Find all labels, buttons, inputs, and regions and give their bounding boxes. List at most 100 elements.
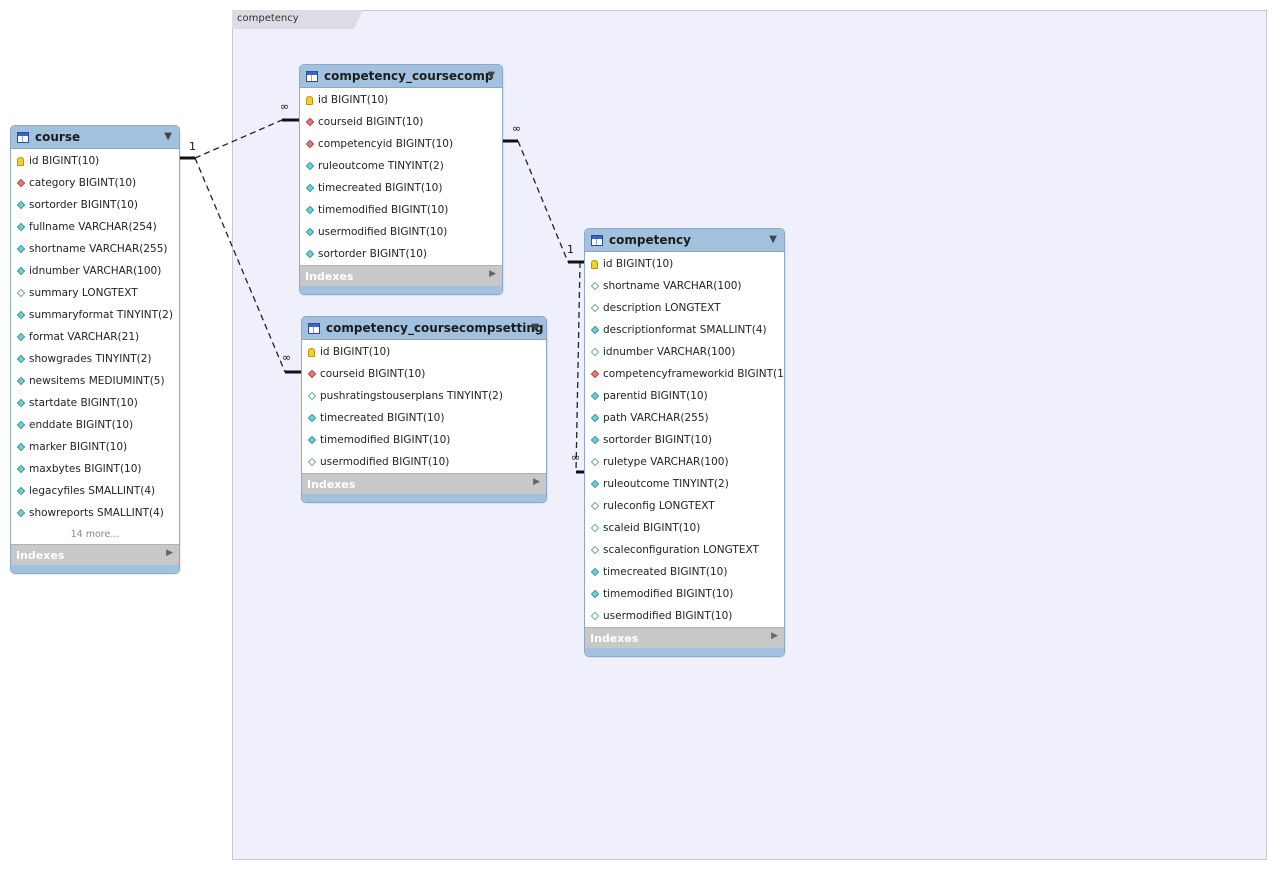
not-null-column-icon (590, 435, 600, 445)
nullable-column-icon (590, 523, 600, 533)
column-row[interactable]: ruleconfig LONGTEXT (585, 495, 784, 517)
column-row[interactable]: marker BIGINT(10) (11, 436, 179, 458)
column-row[interactable]: descriptionformat SMALLINT(4) (585, 319, 784, 341)
not-null-column-icon (590, 567, 600, 577)
collapse-triangle-icon[interactable]: ▼ (769, 234, 777, 245)
column-row[interactable]: timemodified BIGINT(10) (300, 199, 502, 221)
column-label: parentid BIGINT(10) (603, 390, 708, 402)
not-null-column-icon (16, 442, 26, 452)
table-header[interactable]: course ▼ (11, 126, 179, 149)
column-row[interactable]: id BIGINT(10) (302, 341, 546, 363)
foreign-key-icon (590, 369, 600, 379)
table-header[interactable]: competency_coursecomp ▼ (300, 65, 502, 88)
column-row[interactable]: timecreated BIGINT(10) (300, 177, 502, 199)
column-row[interactable]: ruleoutcome TINYINT(2) (300, 155, 502, 177)
column-row[interactable]: id BIGINT(10) (11, 150, 179, 172)
column-row[interactable]: enddate BIGINT(10) (11, 414, 179, 436)
column-label: timecreated BIGINT(10) (318, 182, 443, 194)
not-null-column-icon (16, 464, 26, 474)
column-row[interactable]: sortorder BIGINT(10) (300, 243, 502, 265)
column-label: timemodified BIGINT(10) (318, 204, 449, 216)
column-row[interactable]: startdate BIGINT(10) (11, 392, 179, 414)
column-row[interactable]: timemodified BIGINT(10) (302, 429, 546, 451)
column-row[interactable]: competencyframeworkid BIGINT(10) (585, 363, 784, 385)
indexes-section[interactable]: Indexes ▶ (585, 627, 784, 648)
column-row[interactable]: summaryformat TINYINT(2) (11, 304, 179, 326)
column-row[interactable]: shortname VARCHAR(255) (11, 238, 179, 260)
expand-triangle-icon[interactable]: ▶ (166, 548, 173, 558)
table-competency-coursecomp[interactable]: competency_coursecomp ▼ id BIGINT(10) cours… (299, 64, 503, 295)
indexes-section[interactable]: Indexes ▶ (11, 544, 179, 565)
expand-triangle-icon[interactable]: ▶ (533, 477, 540, 487)
column-row[interactable]: format VARCHAR(21) (11, 326, 179, 348)
collapse-triangle-icon[interactable]: ▼ (164, 131, 172, 142)
column-row[interactable]: showreports SMALLINT(4) (11, 502, 179, 524)
column-row[interactable]: id BIGINT(10) (585, 253, 784, 275)
column-row[interactable]: courseid BIGINT(10) (300, 111, 502, 133)
column-row[interactable]: usermodified BIGINT(10) (300, 221, 502, 243)
foreign-key-icon (307, 369, 317, 379)
expand-triangle-icon[interactable]: ▶ (489, 269, 496, 279)
column-row[interactable]: scaleid BIGINT(10) (585, 517, 784, 539)
column-row[interactable]: description LONGTEXT (585, 297, 784, 319)
column-row[interactable]: fullname VARCHAR(254) (11, 216, 179, 238)
cardinality-course-coursecompsetting-many: ∞ (282, 351, 292, 364)
collapse-triangle-icon[interactable]: ▼ (531, 322, 539, 333)
column-row[interactable]: id BIGINT(10) (300, 89, 502, 111)
table-header[interactable]: competency_coursecompsetting ▼ (302, 317, 546, 340)
column-row[interactable]: idnumber VARCHAR(100) (585, 341, 784, 363)
cardinality-course-coursecomp-one: 1 (189, 140, 196, 153)
column-label: usermodified BIGINT(10) (318, 226, 448, 238)
column-row[interactable]: parentid BIGINT(10) (585, 385, 784, 407)
column-row[interactable]: ruletype VARCHAR(100) (585, 451, 784, 473)
column-row[interactable]: ruleoutcome TINYINT(2) (585, 473, 784, 495)
nullable-column-icon (307, 457, 317, 467)
column-row[interactable]: sortorder BIGINT(10) (11, 194, 179, 216)
not-null-column-icon (16, 244, 26, 254)
column-row[interactable]: pushratingstouserplans TINYINT(2) (302, 385, 546, 407)
column-label: id BIGINT(10) (603, 258, 674, 270)
column-row[interactable]: courseid BIGINT(10) (302, 363, 546, 385)
column-list: id BIGINT(10) shortname VARCHAR(100) descr… (585, 252, 784, 627)
column-row[interactable]: idnumber VARCHAR(100) (11, 260, 179, 282)
table-header[interactable]: competency ▼ (585, 229, 784, 252)
column-row[interactable]: maxbytes BIGINT(10) (11, 458, 179, 480)
table-competency-coursecompsetting[interactable]: competency_coursecompsetting ▼ id BIGINT(1… (301, 316, 547, 503)
expand-triangle-icon[interactable]: ▶ (771, 631, 778, 641)
column-label: fullname VARCHAR(254) (29, 221, 157, 233)
column-row[interactable]: timecreated BIGINT(10) (585, 561, 784, 583)
column-row[interactable]: category BIGINT(10) (11, 172, 179, 194)
column-row[interactable]: showgrades TINYINT(2) (11, 348, 179, 370)
not-null-column-icon (590, 479, 600, 489)
table-name: competency_coursecompsetting (326, 321, 544, 335)
column-row[interactable]: legacyfiles SMALLINT(4) (11, 480, 179, 502)
table-course[interactable]: course ▼ id BIGINT(10) category BIGINT(10) s… (10, 125, 180, 574)
indexes-section[interactable]: Indexes ▶ (300, 265, 502, 286)
indexes-section[interactable]: Indexes ▶ (302, 473, 546, 494)
column-row[interactable]: timecreated BIGINT(10) (302, 407, 546, 429)
column-row[interactable]: path VARCHAR(255) (585, 407, 784, 429)
column-row[interactable]: competencyid BIGINT(10) (300, 133, 502, 155)
foreign-key-icon (16, 178, 26, 188)
column-row[interactable]: usermodified BIGINT(10) (302, 451, 546, 473)
column-row[interactable]: sortorder BIGINT(10) (585, 429, 784, 451)
not-null-column-icon (305, 205, 315, 215)
column-row[interactable]: newsitems MEDIUMINT(5) (11, 370, 179, 392)
column-row[interactable]: scaleconfiguration LONGTEXT (585, 539, 784, 561)
not-null-column-icon (307, 413, 317, 423)
column-label: sortorder BIGINT(10) (318, 248, 428, 260)
more-columns-link[interactable]: 14 more... (11, 524, 179, 544)
column-list: id BIGINT(10) courseid BIGINT(10) pushrati… (302, 340, 546, 473)
table-icon (17, 131, 29, 143)
column-label: maxbytes BIGINT(10) (29, 463, 142, 475)
nullable-column-icon (590, 611, 600, 621)
column-row[interactable]: shortname VARCHAR(100) (585, 275, 784, 297)
column-label: marker BIGINT(10) (29, 441, 128, 453)
column-row[interactable]: usermodified BIGINT(10) (585, 605, 784, 627)
table-competency[interactable]: competency ▼ id BIGINT(10) shortname VARCHA… (584, 228, 785, 657)
column-label: courseid BIGINT(10) (318, 116, 424, 128)
not-null-column-icon (16, 486, 26, 496)
column-row[interactable]: summary LONGTEXT (11, 282, 179, 304)
column-row[interactable]: timemodified BIGINT(10) (585, 583, 784, 605)
collapse-triangle-icon[interactable]: ▼ (487, 70, 495, 81)
